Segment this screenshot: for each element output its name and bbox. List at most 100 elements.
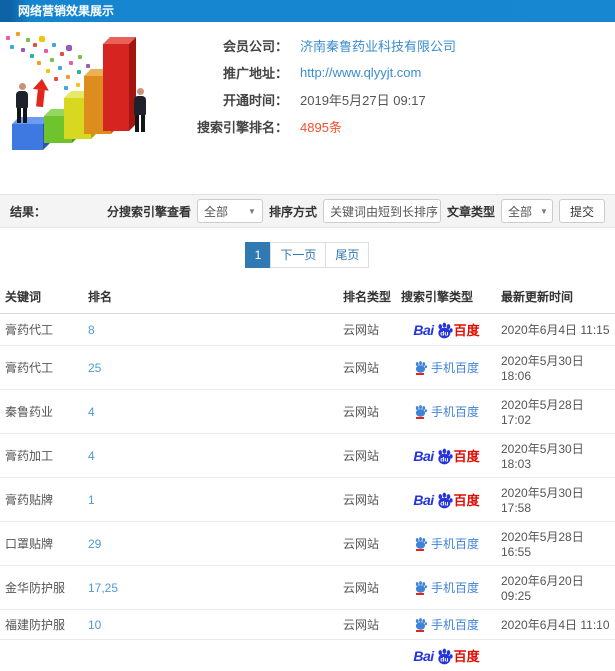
page-header: 网络营销效果展示: [0, 0, 615, 22]
rank-type-cell: [338, 640, 396, 671]
rank-link[interactable]: 10: [88, 618, 101, 632]
confetti-decoration: [6, 36, 10, 40]
baidu-logo: Bai du 百度: [413, 490, 479, 509]
chevron-down-icon: ▼: [532, 207, 548, 216]
update-time-cell: 2020年5月30日 17:58: [496, 478, 615, 522]
promo-url-link[interactable]: http://www.qlyyjt.com: [300, 65, 421, 80]
baidu-paw-icon: [414, 537, 427, 549]
table-body: 膏药代工 8 云网站 Bai du 百度 2020年6月4日 11:15 膏药代…: [0, 314, 615, 671]
rank-cell: 17,25: [83, 566, 338, 610]
rank-cell: 10: [83, 610, 338, 640]
engine-cell: Bai du 百度: [396, 478, 496, 522]
info-row-open-time: 开通时间： 2019年5月27日 09:17: [170, 86, 570, 113]
keyword-cell: 金华防护服: [0, 566, 83, 610]
chevron-down-icon: ▼: [240, 207, 256, 216]
rank-cell: 8: [83, 314, 338, 346]
keyword-cell: 膏药贴牌: [0, 478, 83, 522]
engine-cell: 手机百度: [396, 566, 496, 610]
rank-link[interactable]: 17,25: [88, 581, 118, 595]
baidu-redline-decoration: [416, 593, 424, 595]
baidu-paw-icon: [414, 618, 427, 630]
header-rank: 排名: [83, 280, 338, 314]
table-row: Bai du 百度: [0, 640, 615, 671]
businessman-left: [16, 83, 28, 123]
engine-filter-value: 全部: [204, 203, 228, 220]
rank-link[interactable]: 25: [88, 361, 101, 375]
rank-cell: [83, 640, 338, 671]
rank-type-cell: 云网站: [338, 478, 396, 522]
ranking-count-value: 4895条: [300, 117, 342, 136]
open-time-value: 2019年5月27日 09:17: [300, 90, 426, 109]
header-update-time: 最新更新时间: [496, 280, 615, 314]
engine-filter-select[interactable]: 全部 ▼: [197, 199, 263, 223]
rank-link[interactable]: 29: [88, 537, 101, 551]
table-row: 福建防护服 10 云网站 手机百度 2020年6月4日 11:10: [0, 610, 615, 640]
ranking-count-label: 搜索引擎排名：: [170, 117, 288, 136]
sort-filter-select[interactable]: 关键词由短到长排序 ▼: [323, 199, 441, 223]
baidu-redline-decoration: [416, 630, 424, 632]
rank-cell: 1: [83, 478, 338, 522]
baidu-paw-icon: du: [435, 447, 453, 465]
update-time-cell: 2020年5月30日 18:03: [496, 434, 615, 478]
filters-group: 分搜索引擎查看 全部 ▼ 排序方式 关键词由短到长排序 ▼ 文章类型 全部 ▼ …: [107, 199, 605, 223]
results-label: 结果：: [10, 203, 46, 220]
engine-cell: 手机百度: [396, 610, 496, 640]
keyword-cell: [0, 640, 83, 671]
article-type-label: 文章类型: [447, 203, 495, 220]
keyword-cell: 秦鲁药业: [0, 390, 83, 434]
table-row: 口罩贴牌 29 云网站 手机百度 2020年5月28日 16:55: [0, 522, 615, 566]
table-row: 秦鲁药业 4 云网站 手机百度 2020年5月28日 17:02: [0, 390, 615, 434]
rank-link[interactable]: 8: [88, 323, 95, 337]
keyword-cell: 膏药代工: [0, 314, 83, 346]
promo-url-label: 推广地址：: [170, 63, 288, 82]
table-row: 膏药贴牌 1 云网站 Bai du 百度 2020年5月30日 17:58: [0, 478, 615, 522]
submit-button[interactable]: 提交: [559, 199, 605, 223]
mobile-baidu-logo: 手机百度: [414, 359, 479, 376]
rank-cell: 29: [83, 522, 338, 566]
rank-type-cell: 云网站: [338, 314, 396, 346]
baidu-redline-decoration: [416, 417, 424, 419]
update-time-cell: 2020年5月28日 17:02: [496, 390, 615, 434]
info-row-url: 推广地址： http://www.qlyyjt.com: [170, 59, 570, 86]
company-label: 会员公司：: [170, 36, 288, 55]
next-page-button[interactable]: 下一页: [270, 242, 326, 268]
engine-cell: Bai du 百度: [396, 434, 496, 478]
baidu-paw-icon: du: [435, 491, 453, 509]
mobile-baidu-logo: 手机百度: [414, 535, 479, 552]
engine-cell: Bai du 百度: [396, 640, 496, 671]
last-page-button[interactable]: 尾页: [325, 242, 369, 268]
rank-type-cell: 云网站: [338, 346, 396, 390]
rank-type-cell: 云网站: [338, 390, 396, 434]
engine-cell: 手机百度: [396, 522, 496, 566]
keyword-cell: 福建防护服: [0, 610, 83, 640]
table-row: 膏药加工 4 云网站 Bai du 百度 2020年5月30日 18:03: [0, 434, 615, 478]
baidu-redline-decoration: [416, 373, 424, 375]
hero-section: 会员公司： 济南秦鲁药业科技有限公司 推广地址： http://www.qlyy…: [0, 22, 615, 190]
article-type-select[interactable]: 全部 ▼: [501, 199, 553, 223]
svg-text:du: du: [440, 500, 448, 507]
results-filter-bar: 结果： 分搜索引擎查看 全部 ▼ 排序方式 关键词由短到长排序 ▼ 文章类型 全…: [0, 194, 615, 228]
header-rank-type: 排名类型: [338, 280, 396, 314]
rank-cell: 4: [83, 434, 338, 478]
ranking-table: 关键词 排名 排名类型 搜索引擎类型 最新更新时间 膏药代工 8 云网站 Bai…: [0, 280, 615, 671]
rank-link[interactable]: 4: [88, 405, 95, 419]
header-engine-type: 搜索引擎类型: [396, 280, 496, 314]
baidu-paw-icon: [414, 361, 427, 373]
update-time-cell: 2020年6月4日 11:15: [496, 314, 615, 346]
company-link[interactable]: 济南秦鲁药业科技有限公司: [300, 36, 456, 55]
svg-text:du: du: [440, 456, 448, 463]
svg-text:du: du: [440, 656, 448, 663]
page-1-button[interactable]: 1: [245, 242, 272, 268]
table-row: 金华防护服 17,25 云网站 手机百度 2020年6月20日 0: [0, 566, 615, 610]
header-keyword: 关键词: [0, 280, 83, 314]
info-row-company: 会员公司： 济南秦鲁药业科技有限公司: [170, 32, 570, 59]
baidu-logo: Bai du 百度: [413, 446, 479, 465]
rank-link[interactable]: 4: [88, 449, 95, 463]
baidu-paw-icon: du: [435, 647, 453, 665]
baidu-logo: Bai du 百度: [413, 320, 479, 339]
rank-cell: 4: [83, 390, 338, 434]
keyword-cell: 膏药加工: [0, 434, 83, 478]
keyword-cell: 膏药代工: [0, 346, 83, 390]
rank-type-cell: 云网站: [338, 434, 396, 478]
rank-link[interactable]: 1: [88, 493, 95, 507]
